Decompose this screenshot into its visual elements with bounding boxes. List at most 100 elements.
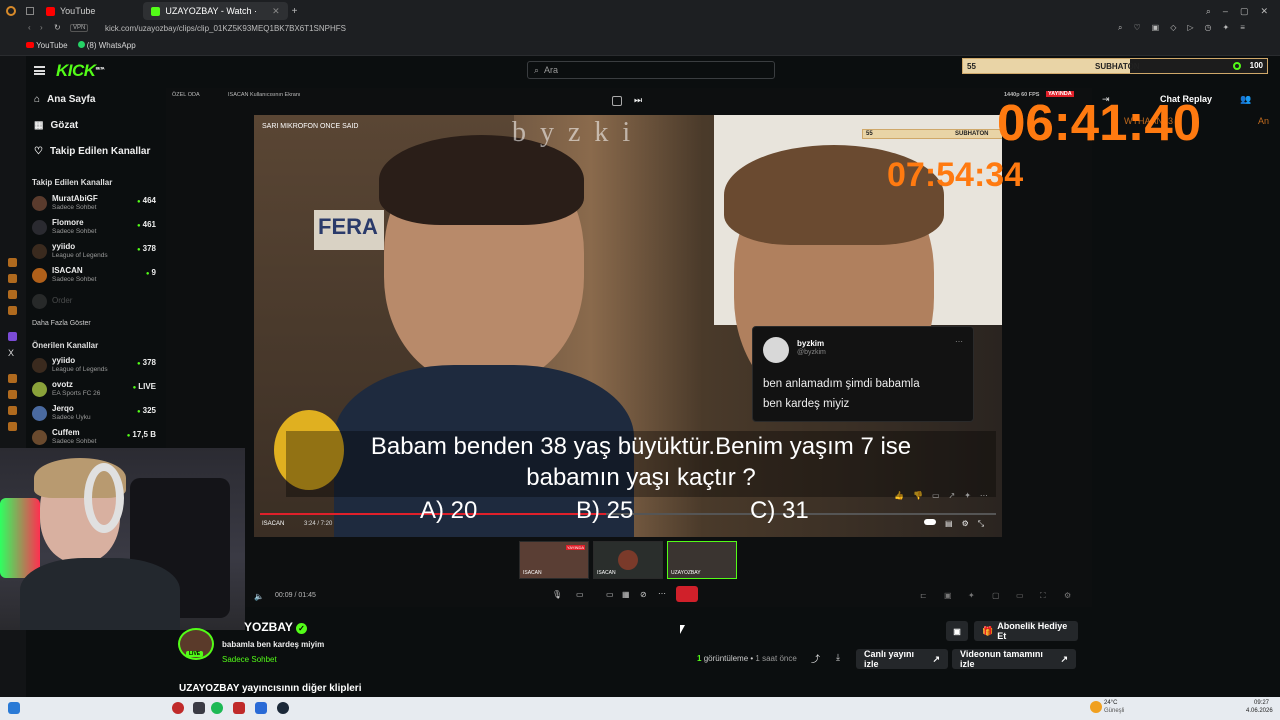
history-icon[interactable]: ◷ xyxy=(1205,23,1212,33)
back-icon[interactable]: ‹ xyxy=(28,23,31,32)
spotify-icon[interactable] xyxy=(211,702,223,714)
rail-app-icon[interactable] xyxy=(8,406,17,415)
tab-youtube[interactable]: YouTube xyxy=(38,2,103,20)
subathon-left-value: 55 xyxy=(967,62,976,71)
show-more-link[interactable]: Daha Fazla Göster xyxy=(32,320,91,327)
clip-icon[interactable]: ▣ xyxy=(944,591,952,600)
url-field[interactable]: kick.com/uzayozbay/clips/clip_01KZ5K93ME… xyxy=(105,24,346,33)
app-taskbar-icon[interactable] xyxy=(233,702,245,714)
grid-icon[interactable]: ▦ xyxy=(622,590,630,599)
sidebar-channel[interactable]: yyiido League of Legends 378 xyxy=(32,355,156,377)
nav-following[interactable]: ♡ Takip Edilen Kanallar xyxy=(34,146,150,157)
minimize-icon[interactable]: – xyxy=(1223,6,1228,17)
aria-icon[interactable] xyxy=(8,258,17,267)
close-tab-icon[interactable]: ✕ xyxy=(272,6,280,17)
channel-name[interactable]: YOZBAY ✓ xyxy=(244,620,308,634)
maximize-icon[interactable]: ▢ xyxy=(1240,6,1249,17)
source-thumbnail-active[interactable]: UZAYOZBAY xyxy=(667,541,737,579)
category-link[interactable]: Sadece Sohbet xyxy=(222,655,277,664)
app-taskbar-icon[interactable] xyxy=(193,702,205,714)
expand-button[interactable]: ▣ xyxy=(946,621,968,641)
player-icon[interactable]: ▷ xyxy=(1187,23,1193,33)
camera-icon[interactable]: ▭ xyxy=(576,590,584,599)
opera-logo-icon[interactable] xyxy=(6,6,16,16)
weather-sun-icon[interactable] xyxy=(1090,701,1102,713)
bookmark-whatsapp[interactable]: (8) WhatsApp xyxy=(77,41,136,50)
microphone-icon[interactable]: 🎙 xyxy=(552,590,562,599)
sidebar-channel[interactable]: MuratAbiGF Sadece Sohbet 464 xyxy=(32,193,156,215)
nav-home[interactable]: ⌂ Ana Sayfa xyxy=(34,94,95,105)
shop-sign: FERA xyxy=(314,210,384,250)
fullscreen-icon[interactable]: ⛶ xyxy=(1040,591,1046,601)
chat-users-icon[interactable]: 👥 xyxy=(1240,94,1251,105)
new-tab-button[interactable]: + xyxy=(292,6,298,17)
search-tabs-icon[interactable]: ⌕ xyxy=(1206,6,1211,17)
pip-icon[interactable]: ▢ xyxy=(992,591,1000,600)
rail-app-icon[interactable] xyxy=(8,374,17,383)
tab-kick[interactable]: UZAYOZBAY - Watch · ✕ xyxy=(143,2,288,20)
sidebar-channel[interactable]: Flomore Sadece Sohbet 461 xyxy=(32,217,156,239)
bookmark-icon[interactable]: ♡ xyxy=(1133,23,1140,33)
sidebar-channel[interactable]: ISACAN Sadece Sohbet 9 xyxy=(32,265,156,287)
clock-time[interactable]: 09:27 xyxy=(1254,700,1269,706)
nav-browse[interactable]: ▦ Gözat xyxy=(34,120,78,131)
avatar xyxy=(32,220,47,235)
player-time: 00:09 / 01:45 xyxy=(275,592,316,599)
ai-icon[interactable]: ✦ xyxy=(1223,23,1230,33)
source-thumbnail[interactable]: ISACAN xyxy=(593,541,663,579)
kick-logo[interactable]: KICKBETA xyxy=(56,61,105,81)
download-icon[interactable]: ⤓ xyxy=(836,652,840,663)
close-window-icon[interactable]: ✕ xyxy=(1260,6,1268,17)
screen-share-icon[interactable]: ▭ xyxy=(606,590,614,599)
sidebar-channel[interactable]: Jerqo Sadece Uyku 325 xyxy=(32,403,156,425)
sidebar-channel[interactable]: Cuffem Sadece Sohbet 17,5 B xyxy=(32,427,156,449)
forward-icon[interactable]: › xyxy=(40,23,43,32)
share-icon[interactable]: ⤴ xyxy=(811,652,820,665)
gift-subscription-button[interactable]: 🎁 Abonelik Hediye Et xyxy=(974,621,1078,641)
watch-live-button[interactable]: Canlı yayını izle ↗ xyxy=(856,649,948,669)
rail-app-icon[interactable] xyxy=(8,306,17,315)
twitch-icon[interactable] xyxy=(8,332,17,341)
pip-icon[interactable] xyxy=(612,96,622,106)
vpn-badge[interactable]: VPN xyxy=(70,24,89,32)
crop-icon[interactable]: ⊏ xyxy=(920,591,927,600)
youtube-icon xyxy=(46,6,55,16)
zoom-icon[interactable]: ⌕ xyxy=(1118,23,1122,33)
weather-temp: 24°C xyxy=(1104,700,1118,706)
rail-app-icon[interactable] xyxy=(8,274,17,283)
browse-icon: ▦ xyxy=(34,120,44,131)
sidebar-channel[interactable]: Order xyxy=(32,291,156,313)
watermark: byzki xyxy=(512,117,645,148)
app-taskbar-icon[interactable] xyxy=(255,702,267,714)
sidebar-channel[interactable]: yyiido League of Legends 378 xyxy=(32,241,156,263)
start-icon[interactable] xyxy=(8,702,20,714)
cinema-icon[interactable]: ▭ xyxy=(1016,591,1024,600)
rail-app-icon[interactable] xyxy=(8,390,17,399)
more-icon[interactable]: ⋯ xyxy=(658,589,666,598)
watch-full-video-button[interactable]: Videonun tamamını izle ↗ xyxy=(952,649,1076,669)
opera-taskbar-icon[interactable] xyxy=(172,702,184,714)
bookmark-youtube[interactable]: YouTube xyxy=(26,41,68,50)
extension-icon[interactable]: ◇ xyxy=(1170,23,1176,33)
avatar xyxy=(32,196,47,211)
screenshot-icon[interactable]: ▣ xyxy=(1152,23,1160,33)
menu-icon[interactable]: ≡ xyxy=(1240,23,1245,33)
clock-date[interactable]: 4.06.2026 xyxy=(1246,708,1273,714)
reload-icon[interactable]: ↻ xyxy=(54,23,61,32)
tab-overview-icon[interactable] xyxy=(26,7,34,15)
settings-icon[interactable] xyxy=(8,422,17,431)
x-twitter-icon[interactable]: X xyxy=(8,348,14,358)
theatre-icon[interactable]: ✦ xyxy=(968,591,975,600)
settings-icon[interactable]: ⚙ xyxy=(1064,591,1071,600)
hamburger-menu-icon[interactable] xyxy=(34,66,45,75)
rail-app-icon[interactable] xyxy=(8,290,17,299)
steam-icon[interactable] xyxy=(277,702,289,714)
leave-call-button[interactable] xyxy=(676,586,698,602)
link-icon[interactable]: ⊘ xyxy=(640,590,647,599)
source-thumbnail[interactable]: YAYINDA ISACAN xyxy=(519,541,589,579)
skip-icon[interactable]: ⏭ xyxy=(634,95,642,106)
avatar xyxy=(32,358,47,373)
search-input[interactable]: ⌕ Ara xyxy=(527,61,775,79)
volume-icon[interactable]: 🔈 xyxy=(254,592,264,601)
sidebar-channel[interactable]: ovotz EA Sports FC 26 LIVE xyxy=(32,379,156,401)
